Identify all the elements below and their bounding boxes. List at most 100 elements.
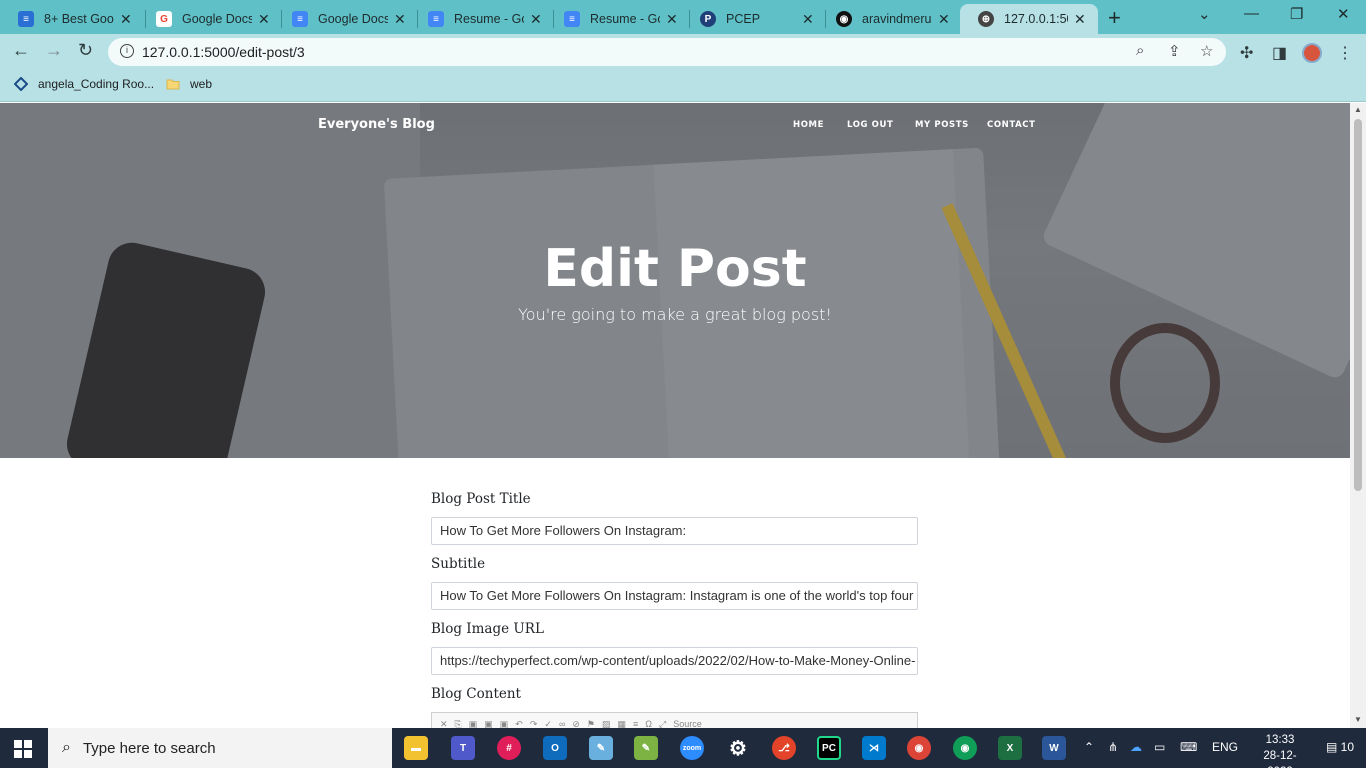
windows-start-icon[interactable] <box>14 740 32 758</box>
notepad-icon[interactable]: ✎ <box>589 736 613 760</box>
page-subtitle: You're going to make a great blog post! <box>518 305 832 324</box>
settings-icon[interactable]: ⚙ <box>726 736 750 760</box>
nav-logout[interactable]: LOG OUT <box>847 120 893 130</box>
bookmark-star-icon[interactable]: ☆ <box>1200 42 1213 60</box>
rich-text-editor[interactable]: ✕ ⎘ ▣ ▣ ▣ ↶ ↷ ✓ ∞ ⊘ ⚑ ▨ ▦ ≡ Ω ⤢ Source <box>431 712 918 728</box>
scroll-up-icon[interactable]: ▲ <box>1354 105 1362 114</box>
tab-5[interactable]: ≡ Resume - Go ✕ <box>546 4 690 34</box>
file-explorer-icon[interactable]: ▬ <box>404 736 428 760</box>
spellcheck-icon[interactable]: ✓ <box>544 719 552 728</box>
vscode-icon[interactable]: ⋊ <box>862 736 886 760</box>
teams-icon[interactable]: T <box>451 736 475 760</box>
new-tab-button[interactable]: + <box>1108 5 1121 31</box>
clock-time: 13:33 <box>1265 734 1295 746</box>
omnibox[interactable]: i 127.0.0.1:5000/edit-post/3 ⌕ ⇪ ☆ <box>108 38 1226 66</box>
image-url-input[interactable]: https://techyperfect.com/wp-content/uplo… <box>431 647 918 675</box>
title-input[interactable]: How To Get More Followers On Instagram: <box>431 517 918 545</box>
hr-icon[interactable]: ≡ <box>633 719 638 728</box>
image-icon[interactable]: ▨ <box>602 719 611 728</box>
tab-search-icon[interactable]: ⌄ <box>1198 5 1211 23</box>
pycharm-icon[interactable]: PC <box>817 736 841 760</box>
side-panel-icon[interactable]: ◨ <box>1272 43 1287 63</box>
copy-icon[interactable]: ⎘ <box>455 719 462 728</box>
minimize-button[interactable]: — <box>1244 5 1259 22</box>
paste-icon[interactable]: ▣ <box>469 719 478 728</box>
tab-4[interactable]: ≡ Resume - Go ✕ <box>410 4 554 34</box>
chrome-icon[interactable]: ◉ <box>907 736 931 760</box>
table-icon[interactable]: ▦ <box>618 719 627 728</box>
google-docs-icon: ≡ <box>564 11 580 27</box>
special-char-icon[interactable]: Ω <box>645 719 652 728</box>
excel-icon[interactable]: X <box>998 736 1022 760</box>
forward-button[interactable]: → <box>45 40 63 61</box>
scrollbar-thumb[interactable] <box>1354 119 1362 491</box>
tab-title: PCEP <box>726 12 761 26</box>
link-icon[interactable]: ∞ <box>559 719 565 728</box>
page-scrollbar[interactable]: ▲ ▼ <box>1350 103 1366 728</box>
battery-icon[interactable]: ▭ <box>1154 740 1165 754</box>
slack-icon[interactable]: # <box>497 736 521 760</box>
extensions-icon[interactable]: ✣ <box>1240 43 1253 63</box>
close-icon[interactable]: ✕ <box>938 11 952 28</box>
outlook-icon[interactable]: O <box>543 736 567 760</box>
bookmark-angela[interactable]: angela_Coding Roo... <box>14 77 154 91</box>
undo-icon[interactable]: ↶ <box>515 719 523 728</box>
taskbar-search[interactable]: ⌕ Type here to search <box>48 728 392 768</box>
nav-home[interactable]: HOME <box>793 120 824 130</box>
close-icon[interactable]: ✕ <box>1074 11 1088 28</box>
nav-contact[interactable]: CONTACT <box>987 120 1036 130</box>
git-icon[interactable]: ⎇ <box>772 736 796 760</box>
tab-title: Google Docs <box>182 12 252 26</box>
paste-word-icon[interactable]: ▣ <box>500 719 509 728</box>
back-button[interactable]: ← <box>12 40 30 61</box>
close-icon[interactable]: ✕ <box>394 11 408 28</box>
site-info-icon[interactable]: i <box>120 44 134 58</box>
tab-2[interactable]: G Google Docs ✕ <box>138 4 282 34</box>
profile-avatar[interactable] <box>1302 43 1322 63</box>
keyboard-icon[interactable]: ⌨ <box>1180 740 1197 754</box>
editor-toolbar: ✕ ⎘ ▣ ▣ ▣ ↶ ↷ ✓ ∞ ⊘ ⚑ ▨ ▦ ≡ Ω ⤢ Source <box>432 713 917 728</box>
url-text[interactable]: 127.0.0.1:5000/edit-post/3 <box>142 44 305 60</box>
notepad-plus-icon[interactable]: ✎ <box>634 736 658 760</box>
tab-6[interactable]: P PCEP ✕ <box>682 4 826 34</box>
zoom-icon[interactable]: ⌕ <box>1136 42 1144 59</box>
close-icon[interactable]: ✕ <box>120 11 134 28</box>
source-button[interactable]: Source <box>673 719 702 728</box>
menu-icon[interactable]: ⋮ <box>1337 43 1353 63</box>
tab-8-active[interactable]: ⊕ 127.0.0.1:500 ✕ <box>960 4 1098 34</box>
paste-text-icon[interactable]: ▣ <box>484 719 493 728</box>
tab-3[interactable]: ≡ Google Docs ✕ <box>274 4 418 34</box>
nav-my-posts[interactable]: MY POSTS <box>915 120 969 130</box>
scroll-down-icon[interactable]: ▼ <box>1354 715 1362 724</box>
close-icon[interactable]: ✕ <box>666 11 680 28</box>
subtitle-input[interactable]: How To Get More Followers On Instagram: … <box>431 582 918 610</box>
onedrive-icon[interactable]: ☁ <box>1130 740 1142 754</box>
page-viewport: Everyone's Blog HOME LOG OUT MY POSTS CO… <box>0 103 1350 728</box>
redo-icon[interactable]: ↷ <box>530 719 538 728</box>
close-icon[interactable]: ✕ <box>258 11 272 28</box>
tab-title: Google Docs <box>318 12 388 26</box>
reload-button[interactable]: ↻ <box>78 40 93 61</box>
share-icon[interactable]: ⇪ <box>1168 42 1181 60</box>
network-icon[interactable]: ⋔ <box>1108 740 1118 754</box>
close-icon[interactable]: ✕ <box>530 11 544 28</box>
chrome-profile-icon[interactable]: ◉ <box>953 736 977 760</box>
tab-7[interactable]: ◉ aravindmeruc ✕ <box>818 4 962 34</box>
zoom-icon[interactable]: zoom <box>680 736 704 760</box>
maximize-icon[interactable]: ⤢ <box>659 719 666 728</box>
tab-1[interactable]: ≡ 8+ Best Goog ✕ <box>0 4 144 34</box>
language-indicator[interactable]: ENG <box>1212 740 1238 754</box>
cut-icon[interactable]: ✕ <box>440 719 448 728</box>
anchor-icon[interactable]: ⚑ <box>587 719 595 728</box>
title-label: Blog Post Title <box>431 491 531 507</box>
word-icon[interactable]: W <box>1042 736 1066 760</box>
unlink-icon[interactable]: ⊘ <box>572 719 580 728</box>
tray-overflow-icon[interactable]: ⌃ <box>1084 740 1094 754</box>
restore-button[interactable]: ❐ <box>1290 5 1303 23</box>
notifications-icon[interactable]: ▤ 10 <box>1326 740 1354 754</box>
close-window-button[interactable]: ✕ <box>1337 5 1350 23</box>
bookmark-web-folder[interactable]: web <box>166 77 212 91</box>
site-brand[interactable]: Everyone's Blog <box>318 117 435 132</box>
taskbar-clock[interactable]: 13:33 28-12-2022 <box>1256 732 1304 780</box>
close-icon[interactable]: ✕ <box>802 11 816 28</box>
